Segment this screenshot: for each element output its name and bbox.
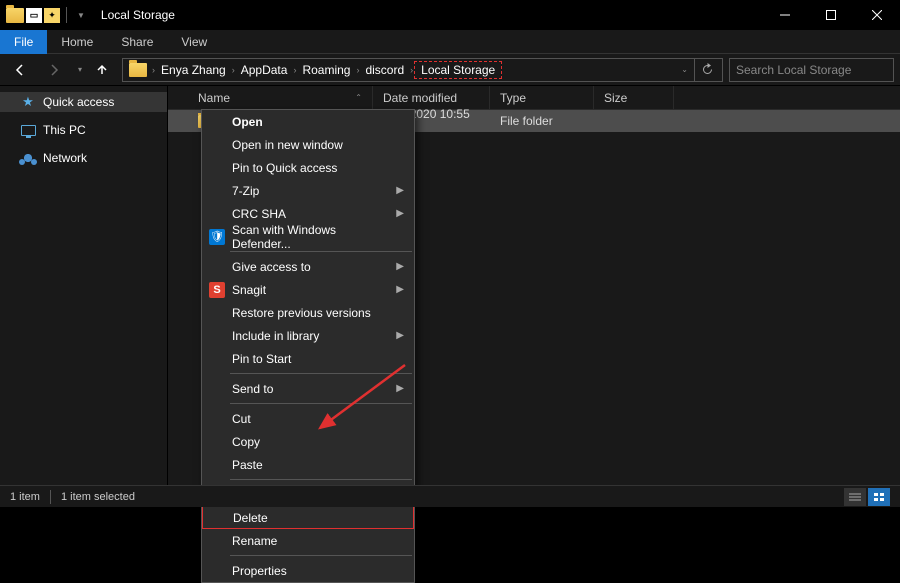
ctx-give-access[interactable]: Give access to▶: [202, 255, 414, 278]
column-headers: Name⌃ Date modified Type Size: [168, 86, 900, 110]
ctx-include-library[interactable]: Include in library▶: [202, 324, 414, 347]
maximize-button[interactable]: [808, 0, 854, 30]
file-tab[interactable]: File: [0, 30, 47, 54]
view-icons-button[interactable]: [868, 488, 890, 506]
submenu-arrow-icon: ▶: [396, 383, 404, 394]
sidebar-item-network[interactable]: Network: [0, 148, 167, 168]
ctx-delete[interactable]: Delete: [202, 506, 414, 529]
ctx-pin-quick-access[interactable]: Pin to Quick access: [202, 156, 414, 179]
qat-dropdown-icon[interactable]: ▼: [77, 11, 85, 20]
address-dropdown-icon[interactable]: ⌄: [675, 65, 694, 74]
title-bar: ▭ ✦ ▼ Local Storage: [0, 0, 900, 30]
qat-properties-icon[interactable]: ▭: [26, 8, 42, 23]
breadcrumb-item[interactable]: AppData: [236, 63, 293, 77]
ctx-open[interactable]: Open: [202, 110, 414, 133]
column-header-type[interactable]: Type: [490, 86, 594, 109]
status-bar: 1 item 1 item selected: [0, 485, 900, 507]
ctx-open-new-window[interactable]: Open in new window: [202, 133, 414, 156]
breadcrumb-item[interactable]: Roaming: [297, 63, 355, 77]
history-dropdown-icon[interactable]: ▾: [78, 65, 82, 74]
ctx-restore-previous[interactable]: Restore previous versions: [202, 301, 414, 324]
qat-divider: [66, 7, 67, 23]
submenu-arrow-icon: ▶: [396, 330, 404, 341]
sidebar-item-label: Quick access: [43, 95, 114, 109]
address-folder-icon: [129, 63, 147, 77]
context-separator: [230, 403, 412, 404]
status-item-count: 1 item: [10, 491, 40, 503]
submenu-arrow-icon: ▶: [396, 284, 404, 295]
network-icon: [20, 151, 36, 165]
column-header-size[interactable]: Size: [594, 86, 674, 109]
share-tab[interactable]: Share: [107, 30, 167, 54]
search-input[interactable]: Search Local Storage: [729, 58, 894, 82]
ctx-scan-defender[interactable]: 🛡Scan with Windows Defender...: [202, 225, 414, 248]
status-separator: [50, 490, 51, 504]
window-title: Local Storage: [101, 8, 175, 22]
column-header-date[interactable]: Date modified: [373, 86, 490, 109]
context-separator: [230, 479, 412, 480]
submenu-arrow-icon: ▶: [396, 261, 404, 272]
ctx-copy[interactable]: Copy: [202, 430, 414, 453]
ctx-rename[interactable]: Rename: [202, 529, 414, 552]
ctx-snagit[interactable]: SSnagit▶: [202, 278, 414, 301]
snagit-icon: S: [209, 282, 225, 298]
pc-icon: [20, 123, 36, 137]
navigation-pane: ★ Quick access This PC Network: [0, 86, 168, 485]
address-box[interactable]: › Enya Zhang › AppData › Roaming › disco…: [122, 58, 723, 82]
ctx-properties[interactable]: Properties: [202, 559, 414, 582]
view-tab[interactable]: View: [167, 30, 221, 54]
file-type: File folder: [490, 114, 594, 128]
breadcrumb-item[interactable]: Enya Zhang: [156, 63, 231, 77]
qat-newfolder-icon[interactable]: ✦: [44, 8, 60, 23]
ctx-paste[interactable]: Paste: [202, 453, 414, 476]
sort-indicator-icon: ⌃: [355, 93, 362, 102]
app-icon: [6, 8, 24, 23]
breadcrumb-item-current[interactable]: Local Storage: [414, 61, 502, 79]
sidebar-item-label: This PC: [43, 123, 86, 137]
up-button[interactable]: [88, 58, 116, 82]
submenu-arrow-icon: ▶: [396, 185, 404, 196]
context-separator: [230, 251, 412, 252]
sidebar-item-quick-access[interactable]: ★ Quick access: [0, 92, 167, 112]
search-placeholder: Search Local Storage: [736, 63, 851, 77]
shield-icon: 🛡: [209, 229, 225, 245]
back-button[interactable]: [6, 58, 34, 82]
status-selected-count: 1 item selected: [61, 491, 135, 503]
close-button[interactable]: [854, 0, 900, 30]
ctx-7zip[interactable]: 7-Zip▶: [202, 179, 414, 202]
column-header-name[interactable]: Name⌃: [188, 86, 373, 109]
sidebar-item-this-pc[interactable]: This PC: [0, 120, 167, 140]
minimize-button[interactable]: [762, 0, 808, 30]
ctx-send-to[interactable]: Send to▶: [202, 377, 414, 400]
submenu-arrow-icon: ▶: [396, 208, 404, 219]
star-icon: ★: [20, 95, 36, 109]
ctx-pin-start[interactable]: Pin to Start: [202, 347, 414, 370]
home-tab[interactable]: Home: [47, 30, 107, 54]
address-bar: ▾ › Enya Zhang › AppData › Roaming › dis…: [0, 54, 900, 86]
ribbon-tabs: File Home Share View: [0, 30, 900, 54]
refresh-button[interactable]: [694, 58, 720, 82]
context-separator: [230, 373, 412, 374]
forward-button[interactable]: [40, 58, 68, 82]
sidebar-item-label: Network: [43, 151, 87, 165]
view-details-button[interactable]: [844, 488, 866, 506]
context-separator: [230, 555, 412, 556]
context-menu: Open Open in new window Pin to Quick acc…: [201, 109, 415, 583]
breadcrumb-item[interactable]: discord: [360, 63, 409, 77]
ctx-cut[interactable]: Cut: [202, 407, 414, 430]
